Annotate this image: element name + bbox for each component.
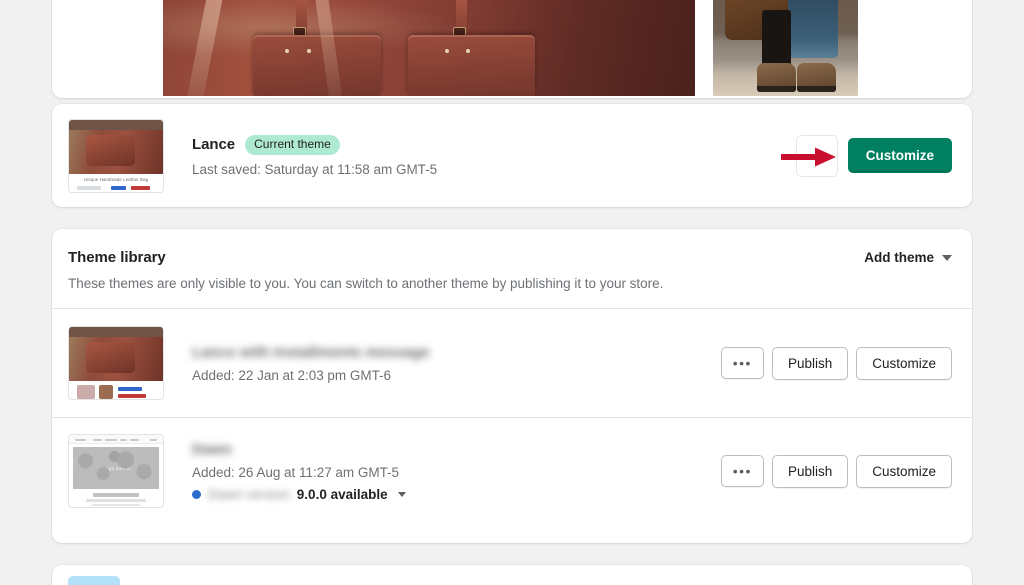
boots-photo — [713, 0, 858, 96]
customize-button[interactable]: Customize — [847, 138, 952, 173]
theme-name: Dawn — [192, 440, 233, 458]
theme-library-card: Theme library These themes are only visi… — [52, 229, 972, 543]
theme-preview-main-image[interactable] — [163, 0, 695, 96]
theme-meta: Dawn Added: 26 Aug at 11:27 am GMT-5 Daw… — [192, 441, 721, 502]
theme-preview-side-image[interactable] — [713, 0, 858, 96]
theme-settings-page: Unique Handmade Leather Bag Lance Curren… — [0, 0, 1024, 585]
version-value: 9.0.0 available — [296, 486, 388, 502]
theme-actions: ••• Publish Customize — [720, 346, 952, 380]
more-actions-button[interactable]: ••• — [720, 455, 764, 487]
theme-preview-card — [52, 0, 972, 98]
publish-button[interactable]: Publish — [771, 346, 849, 380]
more-actions-button[interactable]: ••• — [720, 347, 764, 379]
current-theme-badge: Current theme — [245, 134, 340, 155]
customize-button[interactable]: Customize — [856, 454, 952, 488]
theme-library-title: Theme library — [68, 249, 166, 266]
chevron-down-icon — [942, 254, 952, 261]
next-section-card — [52, 565, 972, 585]
leather-bag-photo — [163, 0, 695, 96]
current-theme-meta: Lance Current theme Last saved: Saturday… — [192, 134, 796, 177]
theme-list-item: Lance with Installments message Added: 2… — [52, 309, 972, 417]
thumbnail-hero-text: Image banner — [100, 465, 132, 471]
theme-thumbnail[interactable] — [68, 326, 164, 400]
theme-list-item: Image banner Dawn Added: 26 Aug at 11:27… — [52, 418, 972, 524]
theme-thumbnail[interactable]: Image banner — [68, 434, 164, 508]
theme-library-description: These themes are only visible to you. Yo… — [68, 276, 664, 291]
current-theme-last-saved: Last saved: Saturday at 11:58 am GMT-5 — [192, 161, 438, 177]
customize-button[interactable]: Customize — [856, 346, 952, 380]
update-available-dot — [192, 489, 201, 499]
red-arrow-icon — [780, 147, 836, 166]
theme-version-update[interactable]: Dawn version 9.0.0 available — [192, 487, 721, 502]
theme-name: Lance with Installments message — [192, 343, 430, 361]
add-theme-button[interactable]: Add theme — [864, 249, 952, 265]
add-theme-label: Add theme — [864, 250, 934, 265]
theme-meta: Lance with Installments message Added: 2… — [192, 344, 721, 383]
version-prefix-label: Dawn version — [208, 486, 290, 502]
theme-added-date: Added: 26 Aug at 11:27 am GMT-5 — [192, 464, 400, 480]
publish-button[interactable]: Publish — [771, 454, 849, 488]
current-theme-name: Lance — [192, 136, 236, 153]
current-theme-actions: Customize — [780, 134, 952, 177]
theme-actions: ••• Publish Customize — [720, 454, 952, 488]
current-theme-card: Unique Handmade Leather Bag Lance Curren… — [52, 104, 972, 207]
theme-added-date: Added: 22 Jan at 2:03 pm GMT-6 — [192, 367, 392, 383]
theme-preview-images — [52, 0, 972, 98]
current-theme-thumbnail[interactable]: Unique Handmade Leather Bag — [68, 118, 164, 193]
chevron-down-icon — [397, 491, 406, 497]
theme-library-header: Theme library These themes are only visi… — [52, 229, 972, 308]
annotation-arrow-box — [780, 134, 838, 177]
status-badge — [68, 576, 120, 585]
thumbnail-caption: Unique Handmade Leather Bag — [83, 176, 149, 182]
